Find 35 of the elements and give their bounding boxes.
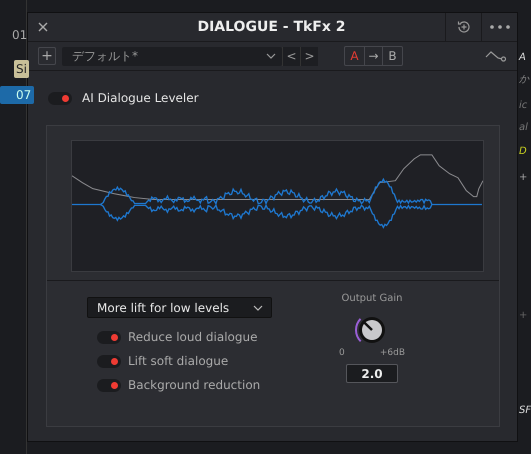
max-label: +6dB: [380, 348, 405, 358]
output-gain-label: Output Gain: [342, 293, 402, 304]
mode-dropdown[interactable]: More lift for low levels: [87, 297, 272, 318]
chevron-icon: [266, 53, 276, 59]
add-button[interactable]: +: [38, 47, 56, 65]
option-label: Reduce loud dialogue: [128, 330, 258, 344]
track-label: ic: [519, 100, 528, 111]
track-label: al: [519, 122, 528, 133]
next-button[interactable]: >: [300, 46, 318, 66]
window-title: DIALOGUE - TkFx 2: [196, 19, 347, 35]
toggle-switch[interactable]: [97, 354, 121, 368]
previous-button[interactable]: <: [282, 46, 300, 66]
track-label: A: [519, 52, 526, 63]
track-label: +: [519, 310, 528, 321]
min-label: 0: [339, 348, 345, 358]
curve-icon[interactable]: [485, 50, 507, 62]
toggle-switch[interactable]: [48, 92, 72, 104]
option-label: Background reduction: [128, 378, 260, 392]
preset-dropdown[interactable]: デフォルト*: [62, 46, 282, 66]
leveler-label: AI Dialogue Leveler: [82, 91, 199, 105]
track-label: Si: [14, 60, 29, 78]
compare-button[interactable]: A: [345, 47, 364, 65]
track-label: SF: [519, 405, 531, 416]
track-label: 07: [0, 86, 34, 104]
copy-button[interactable]: →: [364, 47, 383, 65]
toggle-switch[interactable]: [97, 378, 121, 392]
toggle-switch[interactable]: [97, 330, 121, 344]
chevron-icon: [253, 304, 263, 310]
gain-value-field[interactable]: 2.0: [346, 364, 398, 383]
track-label: D: [519, 146, 527, 157]
track-label: 01: [12, 28, 28, 42]
track-label: か: [519, 73, 529, 86]
option-label: Lift soft dialogue: [128, 354, 228, 368]
compare-button[interactable]: B: [383, 47, 402, 65]
track-label: +: [519, 172, 528, 183]
